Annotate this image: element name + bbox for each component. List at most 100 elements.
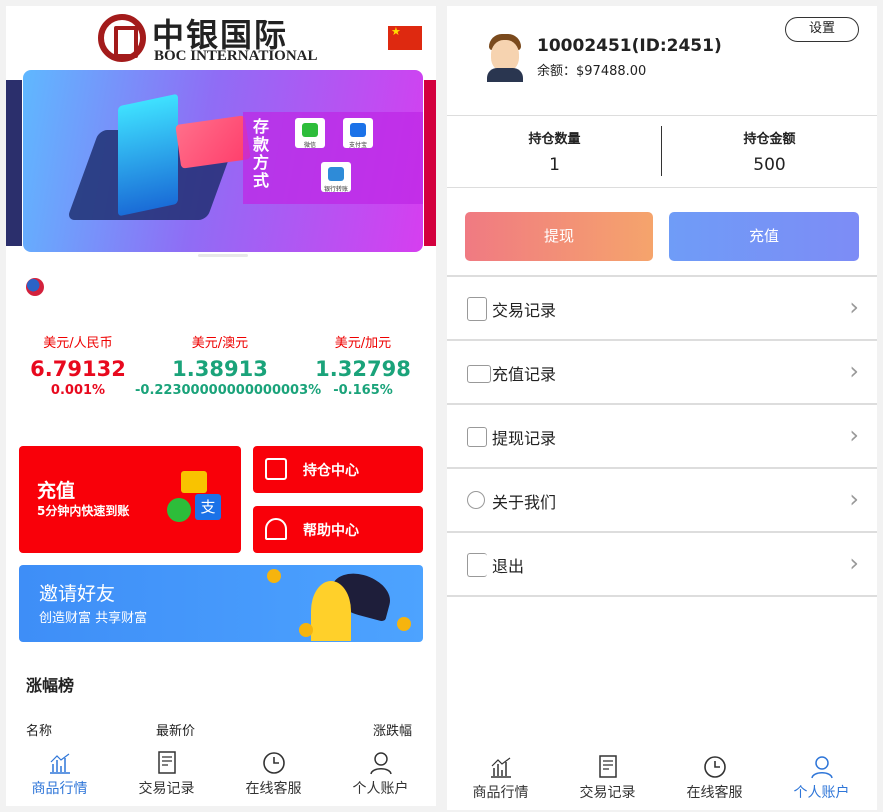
holding-summary: 持仓数量 1 持仓金额 500	[447, 116, 877, 188]
invite-title: 邀请好友	[39, 583, 116, 605]
globe-icon	[26, 278, 44, 296]
logout-icon	[467, 553, 487, 577]
tab-account[interactable]: 个人账户	[768, 750, 875, 810]
menu-about-us[interactable]: 关于我们 ›	[447, 469, 877, 533]
panel-title: 存款方式	[253, 117, 270, 190]
holding-amount-label: 持仓金额	[743, 132, 796, 147]
clock-icon	[262, 752, 285, 774]
chart-icon	[49, 753, 70, 774]
boc-logo-icon	[98, 14, 146, 62]
help-center-label: 帮助中心	[303, 523, 359, 539]
menu-label: 关于我们	[492, 493, 557, 512]
tab-account[interactable]: 个人账户	[327, 746, 434, 806]
deposit-button[interactable]: 充值	[669, 212, 859, 261]
profile-header: 10002451(ID:2451) 余额：$97488.00 设置	[447, 6, 877, 116]
users-icon	[467, 491, 485, 509]
menu-label: 充值记录	[492, 365, 557, 384]
rate-price: 1.32798	[315, 357, 411, 381]
invite-friends-banner[interactable]: 邀请好友 创造财富 共享财富	[19, 565, 423, 642]
payment-methods-panel: 存款方式 微信 支付宝 银行转账	[243, 112, 423, 204]
chevron-right-icon: ›	[849, 357, 859, 385]
tab-label: 个人账户	[352, 781, 409, 797]
banner-prev-slide	[6, 80, 22, 246]
ranking-col-price: 最新价	[156, 724, 196, 739]
graduation-cap-icon	[265, 518, 287, 540]
rates-ticker[interactable]: 美元/人民币 6.79132 0.001% 美元/澳元 1.38913 -0.2…	[6, 332, 436, 412]
help-center-button[interactable]: 帮助中心	[253, 506, 423, 553]
avatar[interactable]	[485, 32, 525, 82]
avatar-body	[487, 68, 523, 82]
wechat-pay-icon: 微信	[295, 118, 325, 149]
girl-illustration	[311, 581, 351, 641]
rate-change: -0.165%	[333, 383, 393, 398]
calendar-icon	[467, 427, 487, 447]
tab-bar: 商品行情 交易记录 在线客服 个人账户	[6, 746, 436, 806]
user-id: 10002451(ID:2451)	[537, 36, 722, 56]
alipay-icon: 支付宝	[343, 118, 373, 149]
chevron-right-icon: ›	[849, 293, 859, 321]
tab-market[interactable]: 商品行情	[6, 746, 113, 806]
user-icon	[810, 756, 833, 779]
settings-button[interactable]: 设置	[785, 17, 859, 42]
card-icon	[181, 471, 207, 493]
account-screen: 10002451(ID:2451) 余额：$97488.00 设置 持仓数量 1…	[447, 6, 877, 810]
tab-support[interactable]: 在线客服	[661, 750, 768, 810]
banner-slide[interactable]: 存款方式 微信 支付宝 银行转账	[23, 70, 423, 252]
tab-label: 交易记录	[579, 785, 636, 801]
tab-label: 在线客服	[245, 781, 302, 797]
carousel-indicator	[198, 254, 248, 257]
credit-card-illustration	[175, 115, 251, 169]
chevron-right-icon: ›	[849, 549, 859, 577]
coin-icon	[299, 623, 313, 637]
chart-icon	[490, 757, 511, 778]
document-icon	[598, 755, 617, 778]
withdraw-button[interactable]: 提现	[465, 212, 653, 261]
tab-market[interactable]: 商品行情	[447, 750, 554, 810]
header: 中银国际 BOC INTERNATIONAL	[6, 6, 436, 70]
holding-qty-value: 1	[549, 155, 560, 175]
holding-qty-label: 持仓数量	[528, 132, 581, 147]
tab-trades[interactable]: 交易记录	[554, 750, 661, 810]
menu-label: 退出	[492, 557, 525, 576]
bitcoin-illustration	[118, 93, 178, 217]
tab-bar: 商品行情 交易记录 在线客服 个人账户	[447, 750, 877, 810]
chevron-right-icon: ›	[849, 421, 859, 449]
ranking-title: 涨幅榜	[26, 676, 75, 695]
holding-amount: 持仓金额 500	[662, 128, 877, 175]
tab-label: 商品行情	[31, 781, 88, 797]
tab-label: 在线客服	[686, 785, 743, 801]
holding-amount-value: 500	[753, 155, 786, 175]
menu-withdraw-records[interactable]: 提现记录 ›	[447, 405, 877, 469]
logo-en: BOC INTERNATIONAL	[154, 48, 318, 64]
balance: 余额：$97488.00	[537, 64, 647, 79]
position-center-label: 持仓中心	[303, 463, 359, 479]
bank-transfer-icon: 银行转账	[321, 162, 351, 193]
wechat-icon	[167, 498, 191, 522]
recharge-subtitle: 5分钟内快速到账	[37, 504, 130, 518]
chevron-right-icon: ›	[849, 485, 859, 513]
rate-name: 美元/加元	[334, 336, 392, 351]
coin-icon	[267, 569, 281, 583]
tab-trades[interactable]: 交易记录	[113, 746, 220, 806]
menu-deposit-records[interactable]: 充值记录 ›	[447, 341, 877, 405]
document-icon	[157, 751, 176, 774]
menu-logout[interactable]: 退出 ›	[447, 533, 877, 597]
wallet-icon	[467, 365, 491, 383]
menu-label: 交易记录	[492, 301, 557, 320]
banner-next-slide	[424, 80, 436, 246]
position-center-button[interactable]: 持仓中心	[253, 446, 423, 493]
china-flag-icon[interactable]	[388, 25, 422, 50]
market-screen: 中银国际 BOC INTERNATIONAL 存款方式 微信 支付宝 银行转账 …	[6, 6, 436, 806]
alipay-icon: 支	[195, 494, 221, 520]
tab-support[interactable]: 在线客服	[220, 746, 327, 806]
menu-trade-records[interactable]: 交易记录 ›	[447, 277, 877, 341]
coin-icon	[397, 617, 411, 631]
tab-label: 个人账户	[793, 785, 850, 801]
invite-subtitle: 创造财富 共享财富	[39, 611, 148, 626]
recharge-card[interactable]: 充值 5分钟内快速到账 支	[19, 446, 241, 553]
rate-usd-cad[interactable]: 美元/加元 1.32798 -0.165%	[278, 332, 436, 398]
banner-carousel[interactable]: 存款方式 微信 支付宝 银行转账	[6, 70, 436, 258]
ranking-col-name: 名称	[26, 724, 53, 739]
account-menu: 交易记录 › 充值记录 › 提现记录 › 关于我们 › 退出 ›	[447, 275, 877, 597]
tab-label: 商品行情	[472, 785, 529, 801]
